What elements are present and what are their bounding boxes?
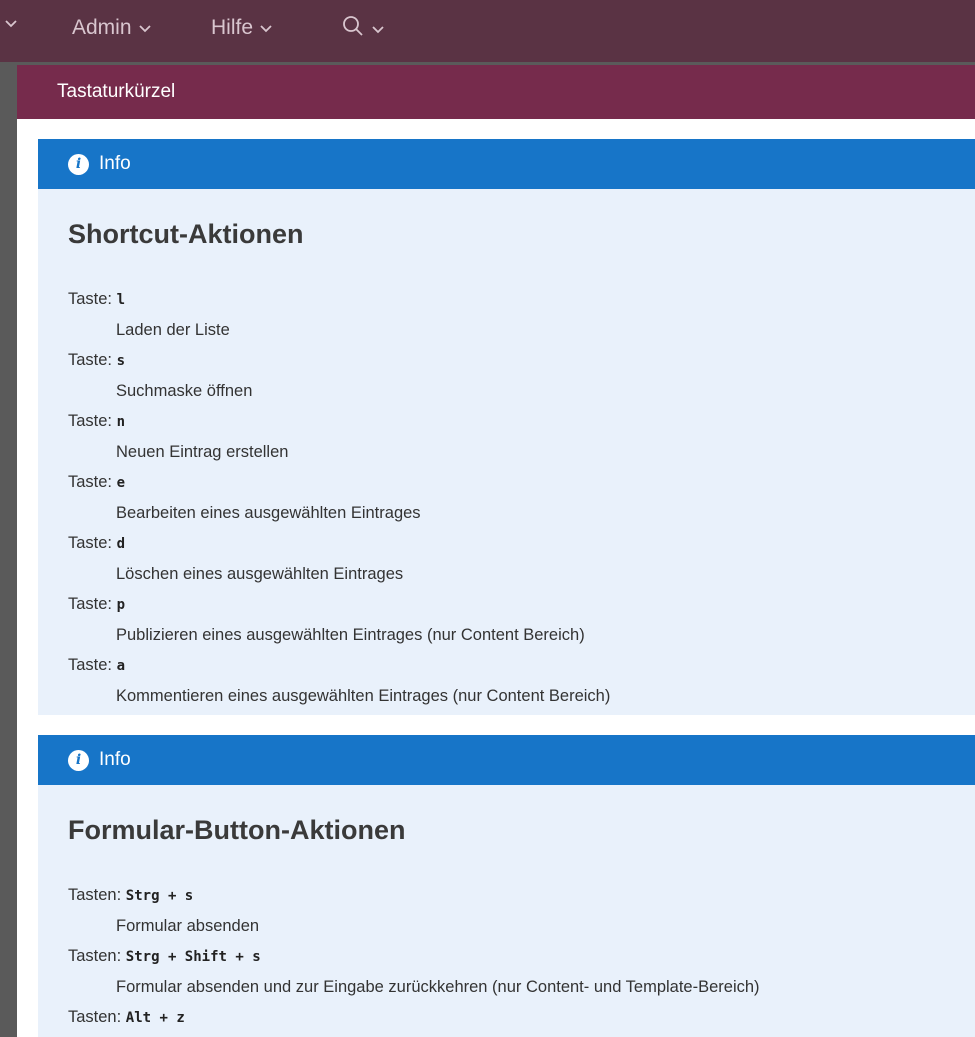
key-prefix: Taste: (68, 351, 113, 369)
key-code: l (116, 292, 126, 308)
shortcut-key-row: Taste: l (68, 284, 975, 315)
shortcut-description: Bearbeiten eines ausgewählten Eintrages (116, 504, 421, 522)
shortcut-key-row: Tasten: Strg + Shift + s (68, 941, 975, 972)
info-label: Info (99, 749, 131, 770)
key-prefix: Taste: (68, 412, 113, 430)
shortcut-key-row: Tasten: Strg + s (68, 880, 975, 911)
key-code: s (116, 353, 126, 369)
top-navigation: Admin Hilfe (0, 0, 975, 62)
info-body: Shortcut-Aktionen Taste: l Laden der Lis… (38, 189, 975, 711)
shortcut-key-row: Taste: s (68, 345, 975, 376)
section-heading: Shortcut-Aktionen (68, 219, 304, 249)
shortcut-key-row: Taste: a (68, 650, 975, 681)
key-prefix: Taste: (68, 595, 113, 613)
panel-title: Tastaturkürzel (17, 65, 975, 119)
shortcut-description: Formular absenden (116, 917, 260, 935)
shortcuts-panel: Tastaturkürzel i Info Shortcut-Aktionen … (17, 65, 975, 1037)
menu-hilfe-label: Hilfe (211, 16, 254, 39)
info-icon: i (68, 749, 89, 771)
shortcut-key-row: Taste: d (68, 528, 975, 559)
shortcut-key-row: Taste: p (68, 589, 975, 620)
shortcut-description: Neuen Eintrag erstellen (116, 443, 289, 461)
key-prefix: Tasten: (68, 886, 122, 904)
key-prefix: Tasten: (68, 1008, 122, 1026)
key-code: a (116, 658, 126, 674)
chevron-down-icon (4, 16, 18, 30)
key-prefix: Taste: (68, 656, 113, 674)
info-icon: i (68, 153, 89, 175)
menu-admin-label: Admin (72, 16, 132, 39)
shortcut-description: Kommentieren eines ausgewählten Eintrage… (116, 687, 611, 705)
info-label: Info (99, 153, 131, 174)
shortcut-key-row: Tasten: Alt + z (68, 1002, 975, 1033)
key-code: Strg + Shift + s (125, 949, 261, 965)
shortcut-list: Tasten: Strg + s Formular absenden Taste… (68, 880, 975, 1033)
key-code: n (116, 414, 126, 430)
shortcut-description: Publizieren eines ausgewählten Eintrages… (116, 626, 585, 644)
section-heading: Formular-Button-Aktionen (68, 815, 406, 845)
shortcut-list: Taste: l Laden der Liste Taste: s Suchma… (68, 284, 975, 711)
menu-hilfe[interactable]: Hilfe (211, 16, 273, 40)
key-prefix: Taste: (68, 290, 113, 308)
menu-admin[interactable]: Admin (72, 16, 152, 40)
shortcut-key-row: Taste: e (68, 467, 975, 498)
menu-search[interactable] (341, 14, 385, 44)
chevron-down-icon (259, 21, 273, 35)
key-prefix: Taste: (68, 534, 113, 552)
search-icon (341, 14, 365, 44)
chevron-down-icon (138, 21, 152, 35)
menu-toggle[interactable] (4, 16, 18, 30)
key-code: p (116, 597, 126, 613)
info-body: Formular-Button-Aktionen Tasten: Strg + … (38, 785, 975, 1033)
shortcut-key-row: Taste: n (68, 406, 975, 437)
shortcut-description: Laden der Liste (116, 321, 230, 339)
key-code: Strg + s (125, 888, 194, 904)
shortcut-description: Löschen eines ausgewählten Eintrages (116, 565, 404, 583)
info-header: i Info (38, 139, 975, 189)
info-box-shortcuts: i Info Shortcut-Aktionen Taste: l Laden … (38, 139, 975, 715)
chevron-down-icon (371, 22, 385, 36)
info-box-form-buttons: i Info Formular-Button-Aktionen Tasten: … (38, 735, 975, 1037)
key-prefix: Taste: (68, 473, 113, 491)
key-prefix: Tasten: (68, 947, 122, 965)
key-code: Alt + z (125, 1010, 185, 1026)
key-code: e (116, 475, 126, 491)
info-header: i Info (38, 735, 975, 785)
shortcut-description: Formular absenden und zur Eingabe zurück… (116, 978, 760, 996)
key-code: d (116, 536, 126, 552)
shortcut-description: Suchmaske öffnen (116, 382, 253, 400)
